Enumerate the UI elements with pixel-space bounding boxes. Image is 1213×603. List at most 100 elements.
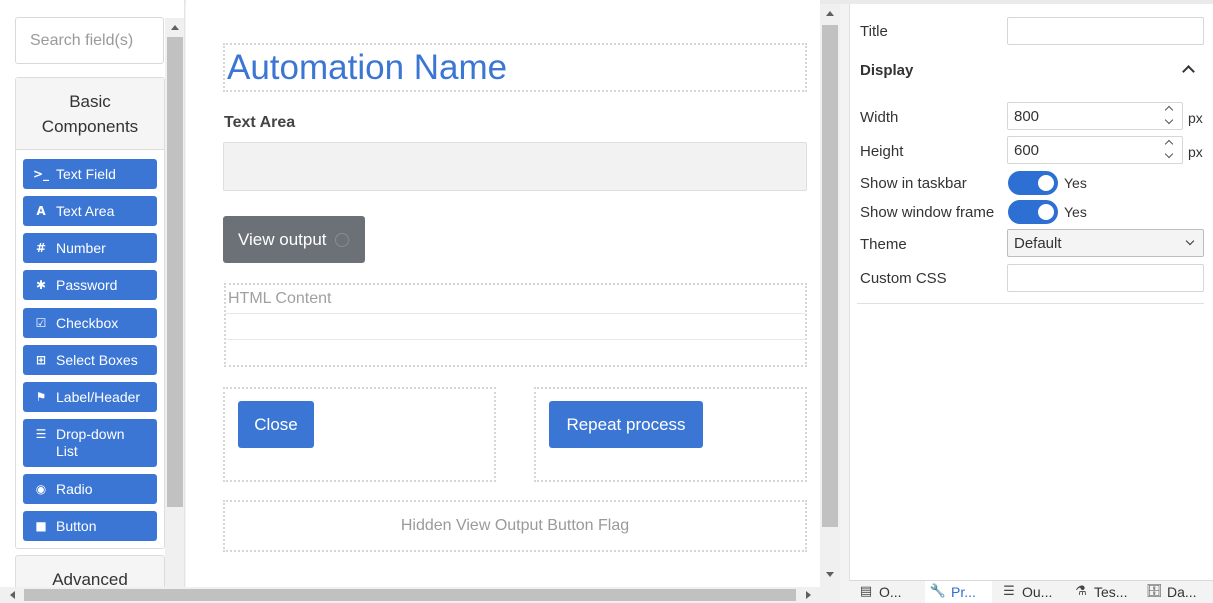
component-label: Button — [56, 518, 97, 534]
hash-icon: # — [35, 241, 47, 255]
checkbox-icon: ☑ — [35, 316, 47, 330]
theme-select[interactable]: Default — [1007, 229, 1204, 257]
divider — [857, 303, 1204, 304]
theme-value: Default — [1014, 234, 1062, 252]
component-radio[interactable]: ◉ Radio — [23, 474, 157, 504]
component-text-area[interactable]: A Text Area — [23, 196, 157, 226]
tab-label: Pr... — [951, 584, 976, 600]
width-label: Width — [860, 109, 899, 126]
scroll-right-icon[interactable] — [806, 591, 811, 599]
title-property-label: Title — [860, 23, 888, 40]
canvas-scrollbar-thumb[interactable] — [822, 25, 838, 527]
component-label: Number — [56, 240, 106, 256]
form-title: Automation Name — [227, 48, 508, 87]
component-checkbox[interactable]: ☑ Checkbox — [23, 308, 157, 338]
chevron-down-icon — [1185, 236, 1195, 246]
width-input[interactable]: 800 — [1007, 102, 1183, 130]
title-property-input[interactable] — [1007, 17, 1204, 45]
hidden-flag-label: Hidden View Output Button Flag — [400, 517, 630, 534]
repeat-label: Repeat process — [566, 414, 686, 434]
tab-outline[interactable]: ☰ Ou... — [1000, 581, 1066, 603]
tab-label: Tes... — [1094, 584, 1128, 600]
scroll-up-icon[interactable] — [826, 11, 834, 16]
title-header-component[interactable]: Automation Name — [223, 43, 807, 92]
loading-spinner-icon — [335, 233, 349, 247]
component-label: Text Area — [56, 203, 115, 219]
component-button[interactable]: ■ Button — [23, 511, 157, 541]
theme-label: Theme — [860, 236, 907, 253]
radio-icon: ◉ — [35, 482, 47, 496]
scroll-left-icon[interactable] — [10, 591, 15, 599]
terminal-icon: >_ — [33, 167, 50, 181]
component-password[interactable]: ✱ Password — [23, 270, 157, 300]
database-icon: 🗄 — [1145, 584, 1163, 599]
search-fields-input[interactable] — [15, 17, 164, 64]
component-label: Password — [56, 277, 118, 293]
tab-test[interactable]: ⚗ Tes... — [1072, 581, 1138, 603]
basic-components-header[interactable]: Basic Components — [16, 78, 164, 150]
outline-icon: ☰ — [1003, 584, 1015, 599]
divider — [225, 313, 806, 314]
component-palette: Basic Components >_ Text Field A Text Area… — [0, 0, 185, 587]
repeat-process-button[interactable]: Repeat process — [549, 401, 703, 448]
close-label: Close — [254, 414, 298, 434]
close-button[interactable]: Close — [238, 401, 314, 448]
list-icon: ☰ — [35, 427, 47, 441]
tab-data[interactable]: 🗄 Da... — [1145, 581, 1211, 603]
width-unit: px — [1188, 110, 1203, 126]
width-stepper-icon[interactable] — [1164, 102, 1176, 130]
form-designer: Basic Components >_ Text Field A Text Area… — [0, 0, 1213, 603]
html-content-label: HTML Content — [228, 290, 332, 307]
show-taskbar-value: Yes — [1064, 175, 1087, 191]
component-label: Select Boxes — [56, 352, 138, 368]
display-section-header[interactable]: Display — [860, 62, 913, 79]
scroll-up-icon[interactable] — [171, 25, 179, 30]
horizontal-scrollbar-thumb[interactable] — [24, 589, 796, 601]
height-label: Height — [860, 143, 904, 160]
component-text-field[interactable]: >_ Text Field — [23, 159, 157, 189]
tab-label: Ou... — [1022, 584, 1053, 600]
form-icon: ▤ — [859, 584, 873, 599]
show-frame-label: Show window frame — [860, 204, 995, 221]
show-taskbar-toggle[interactable] — [1008, 171, 1058, 195]
component-label: Checkbox — [56, 315, 119, 331]
divider — [225, 339, 806, 340]
height-stepper-icon[interactable] — [1164, 136, 1176, 164]
tab-properties[interactable]: 🔧 Pr... — [925, 581, 992, 603]
plus-square-icon: ⊞ — [35, 353, 47, 367]
text-icon: A — [36, 204, 46, 218]
tab-overview[interactable]: ▤ O... — [857, 581, 921, 603]
show-taskbar-label: Show in taskbar — [860, 175, 967, 192]
show-frame-toggle[interactable] — [1008, 200, 1058, 224]
flask-icon: ⚗ — [1075, 584, 1087, 599]
scroll-down-icon[interactable] — [826, 572, 834, 577]
custom-css-input[interactable] — [1007, 264, 1204, 292]
component-label: Drop-down List — [56, 426, 125, 459]
wrench-icon: 🔧 — [929, 584, 947, 599]
asterisk-icon: ✱ — [35, 278, 47, 292]
textarea-label: Text Area — [224, 114, 296, 131]
component-label: Text Field — [56, 166, 116, 182]
flag-icon: ⚑ — [35, 390, 47, 404]
tab-label: O... — [879, 584, 902, 600]
advanced-title: Advanced — [52, 570, 128, 587]
text-area-field[interactable] — [223, 142, 807, 191]
tab-label: Da... — [1167, 584, 1197, 600]
properties-panel — [849, 4, 1213, 580]
custom-css-label: Custom CSS — [860, 270, 947, 287]
show-frame-value: Yes — [1064, 204, 1087, 220]
component-label: Radio — [56, 481, 93, 497]
hidden-flag-component[interactable]: Hidden View Output Button Flag — [223, 500, 807, 552]
component-label: Label/Header — [56, 389, 141, 405]
advanced-components-header[interactable]: Advanced — [15, 555, 165, 587]
square-icon: ■ — [35, 519, 47, 533]
component-label-header[interactable]: ⚑ Label/Header — [23, 382, 157, 412]
component-dropdown-list[interactable]: ☰ Drop-down List — [23, 419, 157, 467]
view-output-label: View output — [238, 229, 327, 249]
palette-scrollbar-thumb[interactable] — [167, 37, 183, 507]
component-select-boxes[interactable]: ⊞ Select Boxes — [23, 345, 157, 375]
height-input[interactable]: 600 — [1007, 136, 1183, 164]
basic-components-panel: Basic Components >_ Text Field A Text Area… — [15, 77, 165, 549]
component-number[interactable]: # Number — [23, 233, 157, 263]
basic-components-title: Basic Components — [41, 91, 139, 136]
